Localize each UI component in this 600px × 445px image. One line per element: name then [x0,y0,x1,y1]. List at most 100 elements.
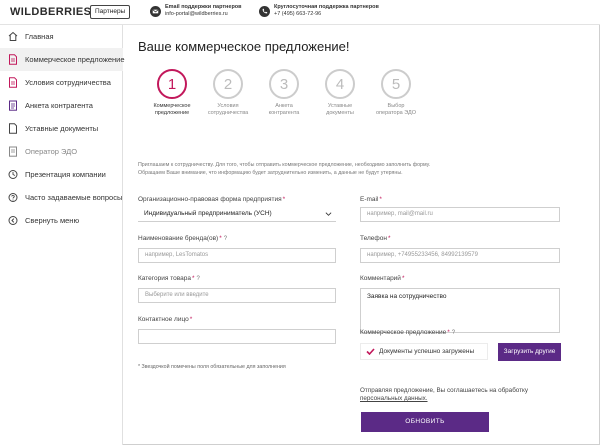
upload-status: Документы успешно загружены [360,343,488,360]
step-2[interactable]: 2 Условия сотрудничества [200,69,256,117]
step-label-line: предложение [154,110,190,116]
step-1[interactable]: 1 Коммерческое предложение [144,69,200,117]
step-label-line: оператора ЭДО [375,110,417,116]
mail-icon [150,6,161,17]
sidebar-item-commercial-offer[interactable]: Коммерческое предложение [0,48,125,71]
email-input[interactable]: например, mail@mail.ru [360,207,560,222]
step-label: Анкета контрагента [256,103,312,117]
sidebar-item-edo-operator[interactable]: Оператор ЭДО [0,140,123,163]
label-text: Категория товара [138,275,191,282]
required-mark: * [379,196,382,203]
chevron-down-icon [325,212,332,216]
step-number: 5 [381,69,411,99]
sidebar-item-charter-documents[interactable]: Уставные документы [0,117,123,140]
required-mark: * [219,235,222,242]
partners-button[interactable]: Партнеры [90,5,131,19]
brand-label: Наименование бренда(ов)*? [138,235,227,242]
intro-line: Обращаем Ваше внимание, что информацию б… [138,170,403,176]
personal-data-link[interactable]: персональных данных. [360,395,428,402]
label-text: Комментарий [360,275,401,282]
sidebar-item-label: Оператор ЭДО [25,147,78,156]
category-input[interactable]: Выберите или введите [138,288,336,303]
sidebar-item-label: Часто задаваемые вопросы [25,193,123,202]
step-5[interactable]: 5 Выбор оператора ЭДО [368,69,424,117]
help-icon[interactable]: ? [452,330,455,336]
phone-input[interactable]: например, +74955233456, 84992139579 [360,248,560,263]
contact-input[interactable] [138,329,336,344]
step-label-line: Коммерческое [153,103,191,109]
comment-textarea[interactable]: Заявка на сотрудничество [360,288,560,333]
required-mark: * [447,329,450,336]
required-mark: * [387,235,391,242]
top-header: WILDBERRIES Партнеры Email поддержки пар… [0,0,600,25]
upload-status-text: Документы успешно загружены [379,348,475,355]
intro-line: Приглашаем к сотрудничеству. Для того, ч… [138,162,431,168]
required-mark: * [189,316,193,323]
step-number: 4 [325,69,355,99]
sidebar: Главная Коммерческое предложение Условия… [0,25,125,445]
sidebar-item-faq[interactable]: Часто задаваемые вопросы [0,186,123,209]
step-label-line: сотрудничества [207,110,249,116]
required-mark: * [191,275,195,282]
email-label: E-mail* [360,196,382,203]
sidebar-item-label: Анкета контрагента [25,101,93,110]
document-icon [9,54,17,65]
phone-icon [259,6,270,17]
step-4[interactable]: 4 Уставные документы [312,69,368,117]
email-support-value[interactable]: info-portal@wildberries.ru [165,11,228,17]
label-text: Наименование бренда(ов) [138,235,219,242]
help-icon[interactable]: ? [224,236,227,242]
collapse-icon [8,216,18,225]
step-number: 1 [157,69,187,99]
step-label-line: Выбор [387,103,405,109]
phone-label: Телефон* [360,235,391,242]
document-icon [9,77,17,88]
sidebar-item-label: Свернуть меню [25,216,80,225]
label-text: Коммерческое предложение [360,329,447,336]
help-icon[interactable]: ? [196,276,199,282]
sidebar-item-collapse[interactable]: Свернуть меню [0,209,123,232]
step-label: Выбор оператора ЭДО [368,103,424,117]
phone-support: Круглосуточная поддержка партнеров +7 (4… [259,4,379,18]
page-title: Ваше коммерческое предложение! [138,39,350,54]
label-text: Телефон [360,235,387,242]
email-support: Email поддержки партнеров info-portal@wi… [150,4,242,18]
step-number: 3 [269,69,299,99]
required-footnote: * Звездочкой помечены поля обязательные … [138,364,286,370]
label-text: E-mail [360,196,379,203]
brand-input[interactable]: например, LesTomatos [138,248,336,263]
stepper: 1 Коммерческое предложение 2 Условия сот… [124,67,600,147]
logo[interactable]: WILDBERRIES [10,6,91,18]
sidebar-item-label: Главная [25,32,54,41]
label-text: Организационно-правовая форма предприяти… [138,196,282,203]
phone-support-title: Круглосуточная поддержка партнеров [274,4,379,10]
proposal-label: Коммерческое предложение*? [360,329,455,336]
form-icon [9,100,17,111]
step-label: Условия сотрудничества [200,103,256,117]
sidebar-item-terms[interactable]: Условия сотрудничества [0,71,123,94]
upload-other-button[interactable]: Загрузить другие [498,343,561,361]
step-3[interactable]: 3 Анкета контрагента [256,69,312,117]
document-icon [9,123,17,134]
sidebar-item-home[interactable]: Главная [0,25,123,48]
sidebar-item-questionnaire[interactable]: Анкета контрагента [0,94,123,117]
step-label-line: контрагента [268,110,300,116]
label-text: Контактное лицо [138,316,189,323]
step-label-line: Анкета [275,103,293,109]
home-icon [8,31,18,41]
sidebar-item-label: Условия сотрудничества [25,78,111,87]
sidebar-item-presentation[interactable]: Презентация компании [0,163,123,186]
org-form-label: Организационно-правовая форма предприяти… [138,196,285,203]
contact-label: Контактное лицо* [138,316,192,323]
step-label-line: Уставные [327,103,353,109]
required-mark: * [401,275,405,282]
clock-icon [8,170,18,179]
phone-support-value[interactable]: +7 (495) 663-72-96 [274,11,321,17]
main-content: Ваше коммерческое предложение! 1 Коммерч… [124,25,600,445]
org-form-select[interactable]: Индивидуальный предприниматель (УСН) [138,207,336,222]
agreement-sentence: Отправляя предложение, Вы соглашаетесь н… [360,387,529,394]
category-label: Категория товара*? [138,275,200,282]
update-button[interactable]: ОБНОВИТЬ [361,412,489,432]
sidebar-item-label: Коммерческое предложение [25,55,125,64]
form-icon [9,146,17,157]
